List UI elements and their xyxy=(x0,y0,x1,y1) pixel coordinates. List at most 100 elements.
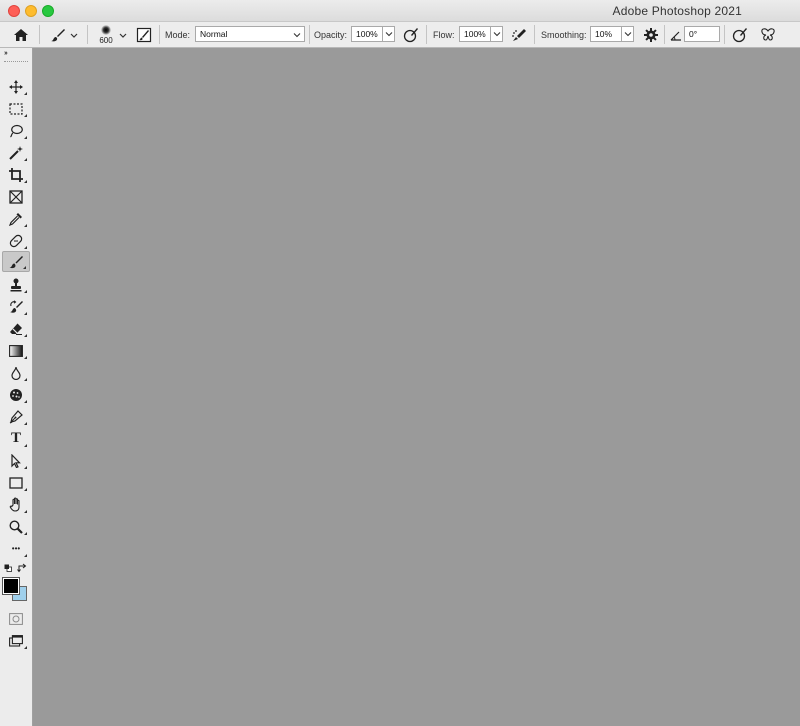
frame-icon xyxy=(9,189,23,204)
pressure-opacity-button[interactable] xyxy=(403,22,419,47)
bandage-icon xyxy=(9,234,23,247)
rectangle-tool[interactable] xyxy=(2,472,30,493)
rectangular-marquee-icon xyxy=(9,102,23,115)
home-icon xyxy=(14,28,28,41)
crop-icon xyxy=(9,167,23,182)
sponge-icon xyxy=(10,388,22,401)
gear-icon xyxy=(644,27,658,42)
minimize-window-button[interactable] xyxy=(25,5,37,17)
gradient-icon xyxy=(9,344,23,357)
chevron-down-icon xyxy=(385,32,392,37)
eraser-icon xyxy=(10,323,22,335)
pen-pressure-icon xyxy=(403,27,418,42)
blend-mode-select[interactable]: Normal xyxy=(195,26,305,42)
pen-icon xyxy=(9,409,23,424)
close-window-button[interactable] xyxy=(8,5,20,17)
blend-mode-value: Normal xyxy=(200,29,228,39)
gradient-tool[interactable] xyxy=(2,340,30,361)
screen-mode-icon xyxy=(9,634,23,647)
chevron-down-icon xyxy=(70,33,78,38)
workspace-canvas[interactable] xyxy=(33,48,800,726)
brush-tool[interactable] xyxy=(2,251,30,272)
path-selection-tool[interactable] xyxy=(2,450,30,471)
pressure-size-button[interactable] xyxy=(732,22,748,47)
magic-wand-icon xyxy=(9,145,23,160)
crop-tool[interactable] xyxy=(2,164,30,185)
history-brush-tool[interactable] xyxy=(2,296,30,317)
zoom-window-button[interactable] xyxy=(42,5,54,17)
flow-dropdown[interactable] xyxy=(491,26,503,42)
brush-angle-input[interactable]: 0° xyxy=(684,26,720,42)
lasso-icon xyxy=(10,124,23,137)
symmetry-button[interactable] xyxy=(760,22,776,47)
marquee-tool[interactable] xyxy=(2,98,30,119)
smoothing-label: Smoothing: xyxy=(541,29,587,40)
screen-mode-button[interactable] xyxy=(2,630,30,651)
rectangle-icon xyxy=(9,476,23,489)
default-colors-button[interactable] xyxy=(4,564,12,572)
airbrush-icon xyxy=(512,28,526,41)
arrow-cursor-icon xyxy=(11,453,21,468)
brush-settings-icon xyxy=(136,27,152,42)
brush-settings-panel-toggle[interactable] xyxy=(136,22,152,47)
panel-collapse-arrows[interactable]: ›› xyxy=(4,50,8,57)
lasso-tool[interactable] xyxy=(2,120,30,141)
default-colors-icon xyxy=(4,564,12,572)
brush-angle-icon-wrap xyxy=(670,22,682,47)
home-button[interactable] xyxy=(13,22,29,47)
brush-preset-dropdown[interactable] xyxy=(118,22,128,47)
brush-icon xyxy=(51,28,65,41)
chevron-down-icon xyxy=(624,32,631,37)
opacity-label: Opacity: xyxy=(314,29,348,40)
pen-pressure-icon xyxy=(732,27,747,42)
edit-toolbar-button[interactable]: ••• xyxy=(2,538,30,559)
tools-panel: ›› T ••• xyxy=(0,48,33,726)
smoothing-dropdown[interactable] xyxy=(622,26,634,42)
quick-mask-button[interactable] xyxy=(2,608,30,629)
opacity-input[interactable]: 100% xyxy=(351,26,383,42)
zoom-tool[interactable] xyxy=(2,516,30,537)
chevron-down-icon xyxy=(119,33,127,38)
angle-icon xyxy=(670,31,681,41)
eyedropper-icon xyxy=(9,212,22,226)
flow-value: 100% xyxy=(464,29,486,39)
clone-stamp-tool[interactable] xyxy=(2,274,30,295)
smoothing-options-button[interactable] xyxy=(643,22,659,47)
blur-tool[interactable] xyxy=(2,362,30,383)
flow-label: Flow: xyxy=(433,29,455,40)
magnifier-icon xyxy=(9,519,23,534)
sponge-tool[interactable] xyxy=(2,384,30,405)
brush-tip-preview xyxy=(101,24,111,35)
opacity-dropdown[interactable] xyxy=(383,26,395,42)
swap-colors-button[interactable] xyxy=(17,563,27,573)
mode-label: Mode: xyxy=(165,29,191,40)
options-bar: 600 Mode: Normal Opacity: 100% Flow: 100… xyxy=(0,22,800,48)
tool-preset-picker[interactable] xyxy=(50,22,79,47)
magic-wand-tool[interactable] xyxy=(2,142,30,163)
move-icon xyxy=(9,79,23,94)
brush-preset-picker[interactable]: 600 xyxy=(94,22,118,47)
hand-tool[interactable] xyxy=(2,494,30,515)
more-icon: ••• xyxy=(11,544,21,553)
brush-icon xyxy=(9,255,23,268)
flow-input[interactable]: 100% xyxy=(459,26,491,42)
pen-tool[interactable] xyxy=(2,406,30,427)
drop-icon xyxy=(11,366,21,380)
chevron-down-icon xyxy=(493,32,500,37)
foreground-color-swatch[interactable] xyxy=(2,577,20,595)
eyedropper-tool[interactable] xyxy=(2,208,30,229)
move-tool[interactable] xyxy=(2,76,30,97)
butterfly-icon xyxy=(761,27,775,41)
airbrush-button[interactable] xyxy=(511,22,527,47)
eraser-tool[interactable] xyxy=(2,318,30,339)
smoothing-value: 10% xyxy=(595,29,613,39)
smoothing-input[interactable]: 10% xyxy=(590,26,622,42)
hand-icon xyxy=(9,497,20,512)
app-title: Adobe Photoshop 2021 xyxy=(612,4,742,18)
chevron-down-icon xyxy=(293,33,301,38)
frame-tool[interactable] xyxy=(2,186,30,207)
type-tool[interactable]: T xyxy=(2,428,30,449)
spot-healing-tool[interactable] xyxy=(2,230,30,251)
stamp-icon xyxy=(10,278,22,291)
history-brush-icon xyxy=(10,299,23,313)
